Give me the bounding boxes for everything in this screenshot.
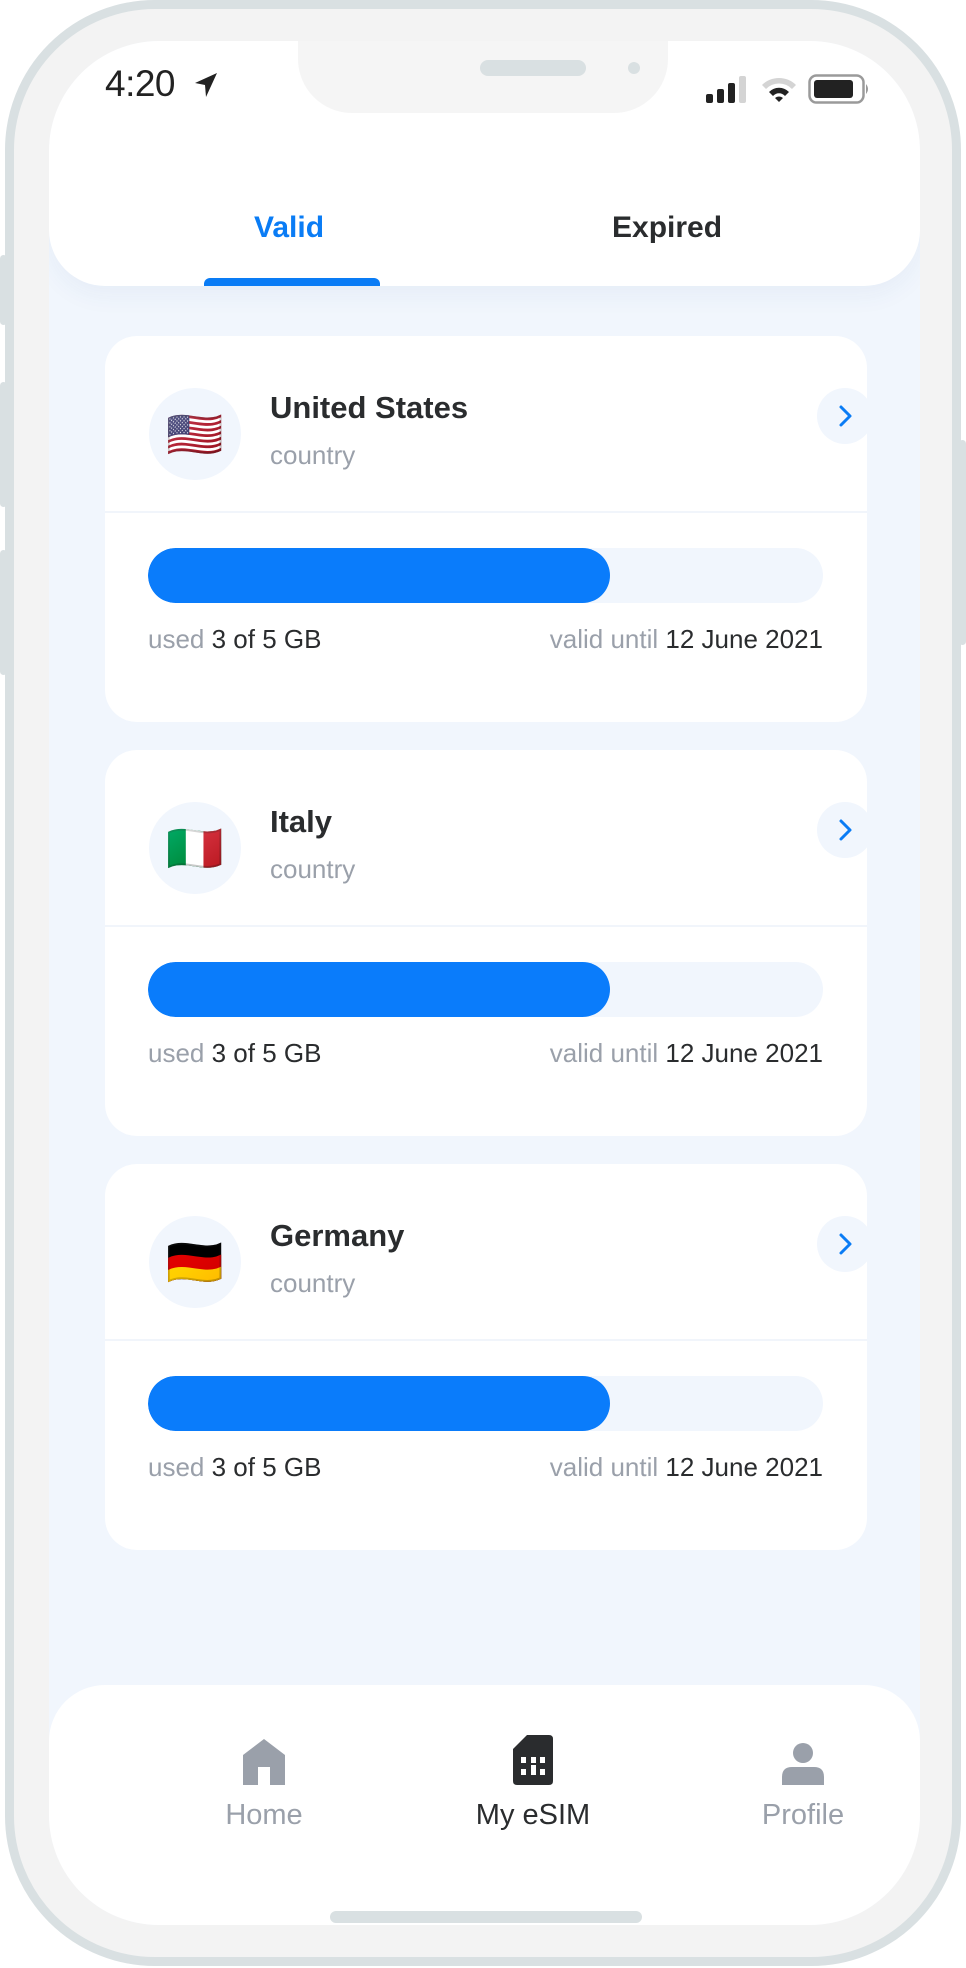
country-type: country [270, 854, 356, 884]
battery-icon [808, 74, 868, 104]
power-button [959, 440, 966, 645]
country-type: country [270, 440, 356, 470]
open-details-button[interactable] [817, 802, 873, 858]
sim-card-icon [513, 1735, 553, 1785]
nav-home[interactable]: Home [164, 1725, 364, 1832]
nav-home-label: Home [225, 1799, 303, 1831]
flag-us-icon: 🇺🇸 [166, 406, 224, 461]
country-name: Germany [270, 1218, 405, 1253]
status-time: 4:20 [105, 63, 176, 104]
valid-value: 12 June 2021 [665, 1452, 823, 1482]
chevron-right-icon [839, 819, 852, 841]
valid-label: valid until [549, 1038, 659, 1068]
used-value: 3 of 5 GB [211, 1038, 322, 1068]
progress-label: 65% [484, 1177, 535, 1205]
flag-badge: 🇺🇸 [149, 388, 241, 480]
chevron-right-icon [839, 405, 852, 427]
valid-value: 12 June 2021 [665, 624, 823, 654]
valid-label: valid until [549, 624, 659, 654]
screen: 4:20 Valid Expired 🇺🇸 United States coun… [49, 41, 920, 1925]
notch [298, 41, 668, 113]
progress-label: 65% [484, 349, 535, 377]
home-indicator [330, 1911, 642, 1923]
country-name: United States [270, 390, 469, 425]
nav-my-esim-label: My eSIM [475, 1799, 591, 1831]
data-usage-progress [148, 1376, 823, 1431]
volume-down-button [0, 550, 7, 675]
valid-label: valid until [549, 1452, 659, 1482]
flag-de-icon: 🇩🇪 [166, 1234, 224, 1289]
open-details-button[interactable] [817, 1216, 873, 1272]
used-value: 3 of 5 GB [211, 1452, 322, 1482]
progress-fill [148, 1376, 610, 1431]
nav-my-esim[interactable]: My eSIM [433, 1725, 633, 1832]
nav-profile[interactable]: Profile [703, 1725, 903, 1832]
user-icon [782, 1743, 824, 1785]
used-label: used [148, 1038, 205, 1068]
data-usage-progress [148, 548, 823, 603]
tab-expired[interactable]: Expired [612, 211, 722, 245]
used-label: used [148, 624, 205, 654]
esim-card[interactable]: 🇺🇸 United States country 65% used 3 of 5… [105, 336, 873, 722]
country-type: country [270, 1268, 356, 1298]
open-details-button[interactable] [817, 388, 873, 444]
card-divider [105, 925, 867, 927]
flag-it-icon: 🇮🇹 [166, 820, 224, 875]
flag-badge: 🇩🇪 [149, 1216, 241, 1308]
nav-profile-label: Profile [761, 1799, 845, 1831]
progress-label: 65% [484, 763, 535, 791]
esim-card[interactable]: 🇩🇪 Germany country 65% used 3 of 5 GB va… [105, 1164, 873, 1550]
location-arrow-icon [195, 73, 217, 97]
card-divider [105, 511, 867, 513]
camera [628, 62, 640, 74]
bottom-nav: Home My eSIM Profile [49, 1685, 920, 1925]
tab-valid[interactable]: Valid [254, 211, 324, 245]
valid-value: 12 June 2021 [665, 1038, 823, 1068]
flag-badge: 🇮🇹 [149, 802, 241, 894]
data-usage-progress [148, 962, 823, 1017]
status-icons [706, 74, 870, 104]
used-value: 3 of 5 GB [211, 624, 322, 654]
active-tab-indicator [204, 278, 380, 286]
chevron-right-icon [839, 1233, 852, 1255]
used-label: used [148, 1452, 205, 1482]
country-name: Italy [270, 804, 333, 839]
card-divider [105, 1339, 867, 1341]
header: 4:20 Valid Expired [49, 41, 920, 286]
home-icon [243, 1739, 285, 1785]
progress-fill [148, 548, 610, 603]
speaker [480, 60, 586, 76]
progress-fill [148, 962, 610, 1017]
side-button [0, 255, 7, 325]
signal-icon [706, 76, 746, 103]
volume-up-button [0, 382, 7, 507]
wifi-icon [762, 77, 796, 102]
esim-card[interactable]: 🇮🇹 Italy country 65% used 3 of 5 GB vali… [105, 750, 873, 1136]
